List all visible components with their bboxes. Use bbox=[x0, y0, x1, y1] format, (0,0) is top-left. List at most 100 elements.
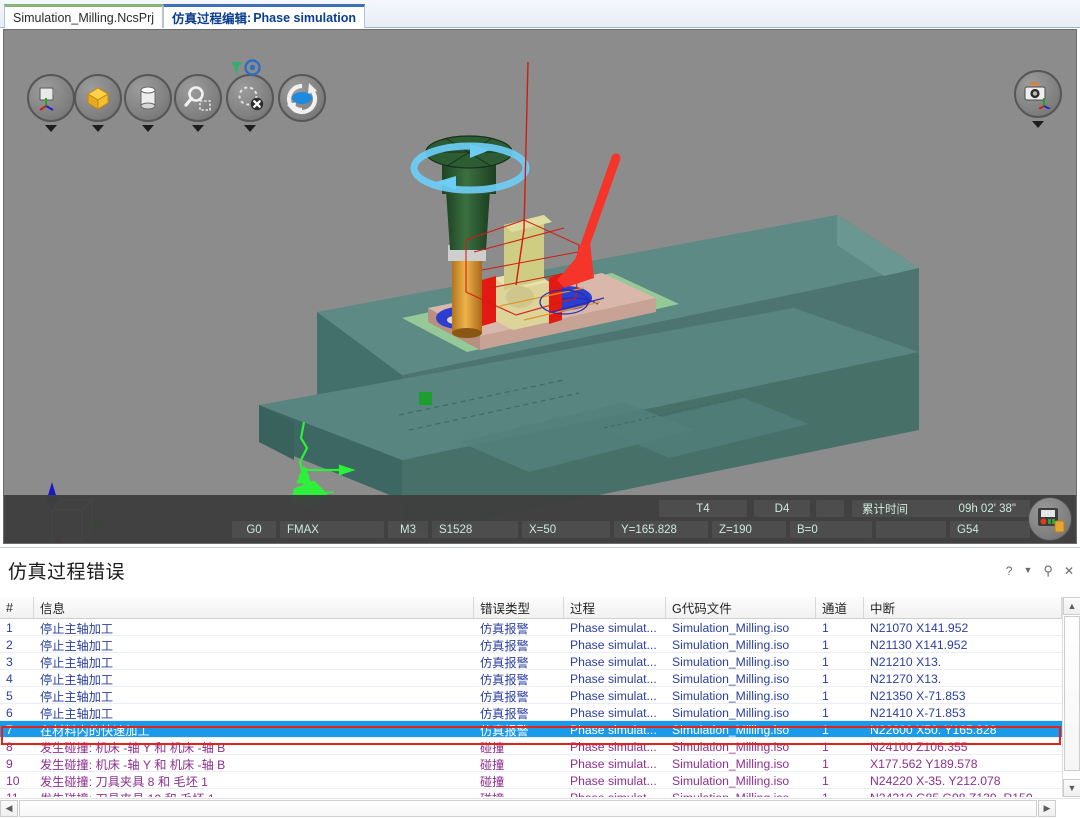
column-header-block[interactable]: 中断 bbox=[864, 597, 1062, 618]
table-row[interactable]: 10 发生碰撞: 刀具夹具 8 和 毛坯 1 碰撞 Phase simulat... S… bbox=[0, 772, 1062, 789]
cell-channel: 1 bbox=[822, 739, 829, 754]
table-body[interactable]: 1 停止主轴加工 仿真报警 Phase simulat... Simulation_Mi… bbox=[0, 619, 1062, 797]
panel-menu-button[interactable]: ▼ bbox=[1023, 566, 1032, 575]
stock-cylinder-caret[interactable] bbox=[142, 125, 154, 132]
tab-phase-simulation[interactable]: 仿真过程编辑 : Phase simulation bbox=[163, 4, 366, 28]
status-spare-bottom bbox=[876, 521, 946, 538]
clear-selection-caret[interactable] bbox=[244, 125, 256, 132]
column-header-errtype[interactable]: 错误类型 bbox=[474, 597, 564, 618]
cell-channel: 1 bbox=[822, 688, 829, 703]
status-time-value: 09h 02' 38" bbox=[958, 502, 1016, 515]
table-row[interactable]: 8 发生碰撞: 机床 -轴 Y 和 机床 -轴 B 碰撞 Phase simulat.… bbox=[0, 738, 1062, 755]
panel-title: 仿真过程错误 bbox=[8, 562, 126, 583]
cell-gfile: Simulation_Milling.iso bbox=[672, 620, 790, 635]
cell-num: 11 bbox=[0, 789, 34, 798]
tab-strip: Simulation_Milling.NcsPrj 仿真过程编辑 : Phase… bbox=[4, 4, 366, 28]
scroll-right-button[interactable]: ▶ bbox=[1038, 800, 1056, 817]
snapshot-camera-button[interactable] bbox=[1014, 70, 1062, 118]
zoom-measure-button[interactable] bbox=[174, 74, 222, 122]
column-header-num[interactable]: # bbox=[0, 597, 34, 618]
cell-errtype: 仿真报警 bbox=[480, 723, 529, 738]
zoom-measure-caret[interactable] bbox=[192, 125, 204, 132]
table-row[interactable]: 7 在材料内的快速加工 仿真报警 Phase simulat... Simulation… bbox=[0, 721, 1062, 738]
status-spare-top bbox=[816, 500, 844, 517]
horizontal-scrollbar-thumb[interactable] bbox=[19, 800, 1037, 817]
table-row[interactable]: 2 停止主轴加工 仿真报警 Phase simulat... Simulation_Mi… bbox=[0, 636, 1062, 653]
status-z-position: Z=190 bbox=[712, 521, 786, 538]
magnifier-icon bbox=[184, 86, 211, 111]
table-header-row: # 信息 错误类型 过程 G代码文件 通道 中断 bbox=[0, 597, 1062, 619]
scroll-left-button[interactable]: ◀ bbox=[0, 800, 18, 817]
table-row[interactable]: 9 发生碰撞: 机床 -轴 Y 和 机床 -轴 B 碰撞 Phase simulat.… bbox=[0, 755, 1062, 772]
cell-channel: 1 bbox=[822, 773, 829, 788]
cell-num: 6 bbox=[6, 705, 13, 720]
cell-num: 2 bbox=[6, 637, 13, 652]
tab-project-file[interactable]: Simulation_Milling.NcsPrj bbox=[4, 4, 164, 28]
cell-info: 停止主轴加工 bbox=[40, 689, 114, 704]
cell-block: N24100 Z106.355 bbox=[870, 739, 968, 754]
table-row[interactable]: 6 停止主轴加工 仿真报警 Phase simulat... Simulation_Mi… bbox=[0, 704, 1062, 721]
scroll-down-button[interactable]: ▼ bbox=[1063, 779, 1080, 797]
cell-block: N21270 X13. bbox=[870, 671, 942, 686]
refresh-rotate-button[interactable] bbox=[278, 74, 326, 122]
column-header-process[interactable]: 过程 bbox=[564, 597, 666, 618]
table-row[interactable]: 5 停止主轴加工 仿真报警 Phase simulat... Simulation_Mi… bbox=[0, 687, 1062, 704]
cell-gfile: Simulation_Milling.iso bbox=[672, 705, 790, 720]
cell-gfile: Simulation_Milling.iso bbox=[672, 756, 790, 771]
solid-model-button[interactable] bbox=[74, 74, 122, 122]
cell-num: 10 bbox=[6, 773, 20, 788]
cell-block: N22600 X50. Y165.828 bbox=[870, 722, 997, 737]
cell-block: N21350 X-71.853 bbox=[870, 688, 966, 703]
cell-process: Phase simulat... bbox=[570, 739, 657, 754]
status-spindle-speed: S1528 bbox=[432, 521, 518, 538]
tab-phase-simulation-label-cn: 仿真过程编辑 bbox=[172, 12, 248, 26]
cell-gfile: Simulation_Milling.iso bbox=[672, 637, 790, 652]
tab-phase-simulation-separator: : bbox=[247, 10, 252, 25]
view-orientation-caret[interactable] bbox=[45, 125, 57, 132]
column-header-info[interactable]: 信息 bbox=[34, 597, 474, 618]
scroll-right-icon: ▶ bbox=[1043, 803, 1051, 813]
cell-errtype: 碰撞 bbox=[480, 740, 505, 755]
table-row[interactable]: 4 停止主轴加工 仿真报警 Phase simulat... Simulation_Mi… bbox=[0, 670, 1062, 687]
status-feedrate: FMAX bbox=[280, 521, 384, 538]
cell-process: Phase simulat... bbox=[570, 756, 657, 771]
cell-channel: 1 bbox=[822, 620, 829, 635]
column-header-gfile[interactable]: G代码文件 bbox=[666, 597, 816, 618]
vertical-scrollbar[interactable]: ▲ ▼ bbox=[1062, 597, 1080, 797]
status-diameter: D4 bbox=[754, 500, 810, 517]
vertical-scrollbar-thumb[interactable] bbox=[1064, 616, 1080, 771]
cell-errtype: 仿真报警 bbox=[480, 672, 529, 687]
view-orientation-button[interactable] bbox=[27, 74, 75, 122]
status-y-position: Y=165.828 bbox=[614, 521, 708, 538]
table-row[interactable]: 3 停止主轴加工 仿真报警 Phase simulat... Simulation_Mi… bbox=[0, 653, 1062, 670]
clear-selection-button[interactable] bbox=[226, 74, 274, 122]
scroll-up-button[interactable]: ▲ bbox=[1063, 597, 1080, 615]
pin-button[interactable]: ⚲ bbox=[1043, 564, 1053, 577]
cell-channel: 1 bbox=[822, 722, 829, 737]
cell-num: 4 bbox=[6, 671, 13, 686]
cell-channel: 1 bbox=[816, 789, 864, 798]
close-panel-button[interactable]: ✕ bbox=[1064, 565, 1074, 577]
cell-info: 停止主轴加工 bbox=[40, 655, 114, 670]
snapshot-camera-caret[interactable] bbox=[1032, 121, 1044, 128]
solid-model-caret[interactable] bbox=[92, 125, 104, 132]
table-row[interactable]: 11发生碰撞: 刀具夹具 10 和 毛坯 1碰撞Phase simulat...… bbox=[0, 789, 1062, 798]
horizontal-scrollbar[interactable]: ◀ ▶ bbox=[0, 798, 1080, 818]
help-button[interactable]: ? bbox=[1006, 565, 1013, 577]
scroll-up-icon: ▲ bbox=[1067, 600, 1077, 611]
cell-gfile: Simulation_Milling.iso bbox=[666, 789, 816, 798]
cell-info: 发生碰撞: 机床 -轴 Y 和 机床 -轴 B bbox=[40, 740, 226, 755]
simulation-3d-viewport[interactable]: T4 D4 累计时间 09h 02' 38" G0 FMAX M3 S1528 … bbox=[3, 29, 1077, 544]
machine-control-panel-button[interactable] bbox=[1028, 497, 1072, 541]
stock-cylinder-button[interactable] bbox=[124, 74, 172, 122]
cell-errtype: 碰撞 bbox=[480, 774, 505, 789]
cell-num: 1 bbox=[6, 620, 13, 635]
cell-channel: 1 bbox=[822, 705, 829, 720]
column-header-channel[interactable]: 通道 bbox=[816, 597, 864, 618]
clear-selection-icon bbox=[238, 86, 264, 111]
cell-errtype: 仿真报警 bbox=[480, 621, 529, 636]
cell-channel: 1 bbox=[822, 637, 829, 652]
table-row[interactable]: 1 停止主轴加工 仿真报警 Phase simulat... Simulation_Mi… bbox=[0, 619, 1062, 636]
cell-process: Phase simulat... bbox=[570, 671, 657, 686]
cell-info: 停止主轴加工 bbox=[40, 706, 114, 721]
